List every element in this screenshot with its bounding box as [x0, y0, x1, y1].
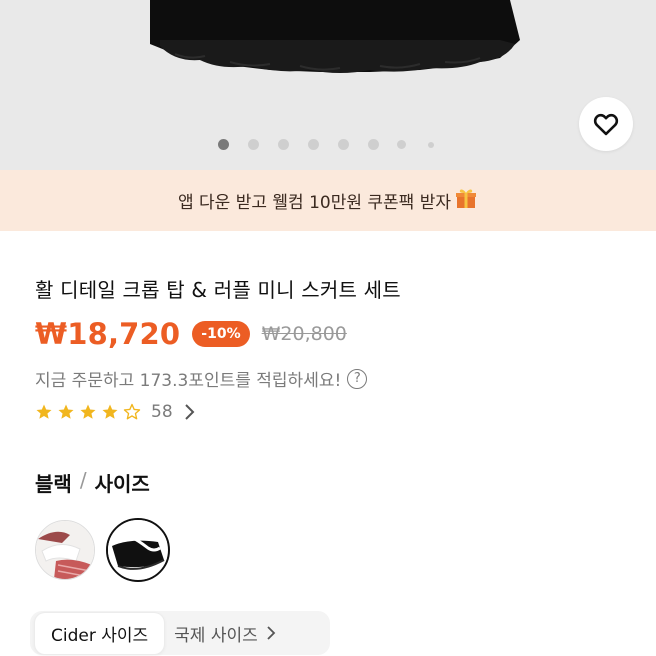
price-row: ₩18,720 -10% ₩20,800	[35, 314, 347, 354]
question-icon[interactable]: ?	[347, 368, 368, 389]
gallery-dot[interactable]	[368, 139, 379, 150]
option-label: 블랙 / 사이즈	[35, 468, 150, 497]
points-text: 지금 주문하고 173.3포인트를 적립하세요!	[35, 371, 342, 391]
product-image-gallery[interactable]	[0, 0, 656, 170]
gallery-dot[interactable]	[397, 140, 406, 149]
star-icon	[80, 404, 96, 419]
sale-price: ₩18,720	[35, 317, 181, 351]
original-price: ₩20,800	[261, 323, 347, 345]
gallery-dot[interactable]	[308, 139, 319, 150]
tab-cider-size[interactable]: Cider 사이즈	[35, 612, 165, 654]
chevron-right-icon	[267, 626, 276, 640]
app-coupon-banner[interactable]: 앱 다운 받고 웰컴 10만원 쿠폰팩 받자	[0, 170, 656, 231]
size-tabs: Cider 사이즈 국제 사이즈	[35, 612, 276, 654]
gallery-dot[interactable]	[218, 139, 229, 150]
promo-text: 앱 다운 받고 웰컴 10만원 쿠폰팩 받자	[177, 193, 451, 213]
tab-international-size[interactable]: 국제 사이즈	[174, 621, 276, 646]
swatch-black[interactable]	[106, 518, 170, 582]
rating-row[interactable]: 58	[35, 399, 195, 425]
product-title: 활 디테일 크롭 탑 & 러플 미니 스커트 세트	[35, 278, 401, 302]
star-outline-icon	[123, 403, 141, 420]
tab-international-size-label: 국제 사이즈	[174, 625, 258, 646]
option-separator: /	[79, 468, 87, 492]
gallery-pagination	[0, 137, 656, 151]
selected-color: 블랙	[35, 472, 72, 496]
heart-outline-icon	[593, 113, 619, 136]
star-icon	[102, 404, 118, 419]
gift-icon	[454, 186, 478, 215]
star-icon	[58, 404, 74, 419]
chevron-right-icon	[184, 404, 195, 420]
points-info: 지금 주문하고 173.3포인트를 적립하세요! ?	[35, 366, 368, 391]
size-label: 사이즈	[94, 472, 150, 496]
gallery-dot[interactable]	[248, 139, 259, 150]
star-icon	[36, 404, 52, 419]
swatch-white-red[interactable]	[35, 520, 95, 580]
discount-badge: -10%	[192, 321, 250, 347]
gallery-dot[interactable]	[428, 142, 434, 148]
gallery-dot[interactable]	[338, 139, 349, 150]
review-count: 58	[151, 402, 173, 422]
gallery-dot[interactable]	[278, 139, 289, 150]
